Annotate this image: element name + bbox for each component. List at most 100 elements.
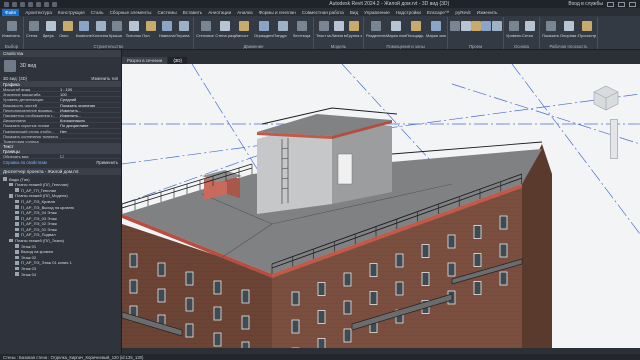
ribbon-tab[interactable]: Анализ	[237, 10, 253, 15]
ribbon-button-label: Опорная плоскость	[560, 33, 578, 38]
ribbon-button[interactable]	[582, 21, 592, 31]
ribbon-tab[interactable]: Вид	[350, 10, 358, 15]
ribbon-tab[interactable]: Формы и генплан	[259, 10, 296, 15]
ribbon-button[interactable]	[278, 21, 288, 31]
ribbon-tab[interactable]: Управление	[364, 10, 390, 15]
browser-item-label: П_АР_ПЭ_01 Этаж	[21, 226, 57, 232]
user-signin[interactable]: Вход в службы	[568, 1, 603, 7]
ribbon-button[interactable]	[239, 21, 250, 31]
ribbon-button[interactable]	[29, 21, 40, 31]
ribbon-group-label: Помещения и зоны	[386, 44, 425, 49]
ribbon-button[interactable]	[162, 21, 173, 31]
ribbon-button[interactable]	[349, 21, 360, 31]
ribbon-tab[interactable]: Сталь	[91, 10, 104, 15]
ribbon-button[interactable]	[564, 21, 574, 31]
property-value[interactable]: Изменить...	[58, 113, 121, 117]
ribbon-button[interactable]	[481, 21, 492, 31]
undo-icon[interactable]	[20, 1, 25, 7]
ribbon-button[interactable]	[200, 21, 211, 31]
ribbon-button[interactable]	[45, 21, 56, 31]
property-value[interactable]: Координация	[58, 118, 121, 122]
open-icon[interactable]	[4, 1, 9, 7]
ribbon-button[interactable]	[297, 21, 308, 31]
redo-icon[interactable]	[28, 1, 33, 7]
type-selector[interactable]: 3D вид	[0, 57, 121, 75]
close-button[interactable]	[629, 1, 636, 7]
ribbon-button[interactable]	[220, 21, 230, 31]
ribbon-button[interactable]	[258, 21, 269, 31]
property-value[interactable]	[58, 134, 121, 138]
ribbon-button[interactable]	[525, 21, 535, 31]
save-icon[interactable]	[12, 1, 17, 7]
view-icon	[15, 233, 19, 237]
ribbon-tab[interactable]: Вставить	[183, 10, 202, 15]
apply-button[interactable]: Применить	[96, 160, 118, 165]
minimize-button[interactable]	[607, 1, 614, 7]
ribbon-tab[interactable]: Конструкция	[58, 10, 85, 15]
crop-checkbox[interactable]: ☐	[58, 154, 121, 158]
ribbon-tab[interactable]: Файл	[2, 8, 20, 16]
ribbon-group: Текст моделиЛиния моделиГруппа модели Мод…	[314, 17, 364, 49]
ribbon-button[interactable]	[491, 21, 502, 31]
browser-item-label: П_АР_ПЭ_Подвал	[21, 232, 56, 238]
browser-item[interactable]: Этаж 04	[0, 271, 121, 277]
view-tab[interactable]: Разрез в сечении	[122, 57, 168, 64]
3d-viewport[interactable]	[122, 64, 640, 354]
ribbon-tab[interactable]: Аннотации	[208, 10, 231, 15]
property-value[interactable]	[58, 139, 121, 143]
ribbon-button[interactable]	[450, 21, 461, 31]
ribbon-button[interactable]	[145, 21, 156, 31]
ribbon-tab[interactable]: pyRevit	[455, 10, 470, 15]
maximize-button[interactable]	[618, 1, 625, 7]
ribbon-button[interactable]	[411, 21, 421, 31]
edit-type-button[interactable]: Изменить тип	[91, 76, 118, 81]
roof-door	[337, 153, 353, 185]
view-tab[interactable]: {3D}	[168, 57, 187, 64]
ribbon-button-label: Потолок	[125, 33, 141, 38]
ribbon-tab[interactable]: Совместная работа	[302, 10, 344, 15]
ribbon-button[interactable]	[334, 21, 344, 31]
ribbon-button[interactable]	[431, 21, 441, 31]
ribbon-button[interactable]	[95, 21, 106, 31]
measure-icon[interactable]	[44, 1, 49, 7]
view-cube[interactable]	[592, 84, 620, 112]
ribbon-tab[interactable]: Сборные элементы	[110, 10, 152, 15]
crop-label: Обрезать вид	[3, 154, 29, 159]
ribbon-button[interactable]	[112, 21, 123, 31]
property-value[interactable]: Средний	[58, 97, 121, 101]
view-icon	[15, 222, 19, 226]
ribbon-button[interactable]	[62, 21, 73, 31]
ribbon-tab[interactable]: Системы	[157, 10, 176, 15]
property-value[interactable]: Нет	[58, 129, 121, 133]
ribbon-button[interactable]	[371, 21, 381, 31]
ribbon-button[interactable]	[546, 21, 556, 31]
ribbon-group: ПоказатьОпорная плоскостьПросмотр Рабочая…	[540, 17, 598, 49]
ribbon-button[interactable]	[509, 21, 519, 31]
ribbon-button[interactable]	[79, 21, 90, 31]
ribbon-tab[interactable]: Архитектура	[25, 10, 52, 15]
property-value[interactable]: 100	[58, 92, 121, 96]
print-icon[interactable]	[36, 1, 41, 7]
property-value[interactable]: По дисциплине	[58, 123, 121, 127]
ribbon-button-label: Навесная стена	[158, 33, 176, 38]
ribbon-button[interactable]	[318, 21, 329, 31]
properties-help-link[interactable]: Справка по свойствам	[3, 160, 47, 165]
ribbon-button[interactable]	[7, 21, 17, 31]
ribbon-button[interactable]	[460, 21, 471, 31]
property-value[interactable]: Изменить...	[58, 108, 121, 112]
ribbon-tab[interactable]: Изменить	[477, 10, 498, 15]
3d-view-icon[interactable]	[52, 1, 57, 7]
property-value[interactable]: Показать оригинал	[58, 103, 121, 107]
instance-selector[interactable]: 3D вид: {3D}	[3, 76, 27, 81]
navigation-bar[interactable]	[610, 119, 618, 159]
ribbon-button[interactable]	[391, 21, 401, 31]
ribbon-group-label: Движение	[243, 44, 264, 49]
ribbon-tab[interactable]: Надстройки	[396, 10, 421, 15]
ribbon-button[interactable]	[128, 21, 139, 31]
ribbon-button[interactable]	[178, 21, 189, 31]
property-value[interactable]: 1 : 100	[58, 87, 121, 91]
ribbon-tab[interactable]: Enscape™	[427, 10, 449, 15]
ribbon-button[interactable]	[471, 21, 481, 31]
browser-item-label: Выход на кровлю	[21, 249, 54, 255]
ribbon-group-label: Строительство	[93, 44, 124, 49]
